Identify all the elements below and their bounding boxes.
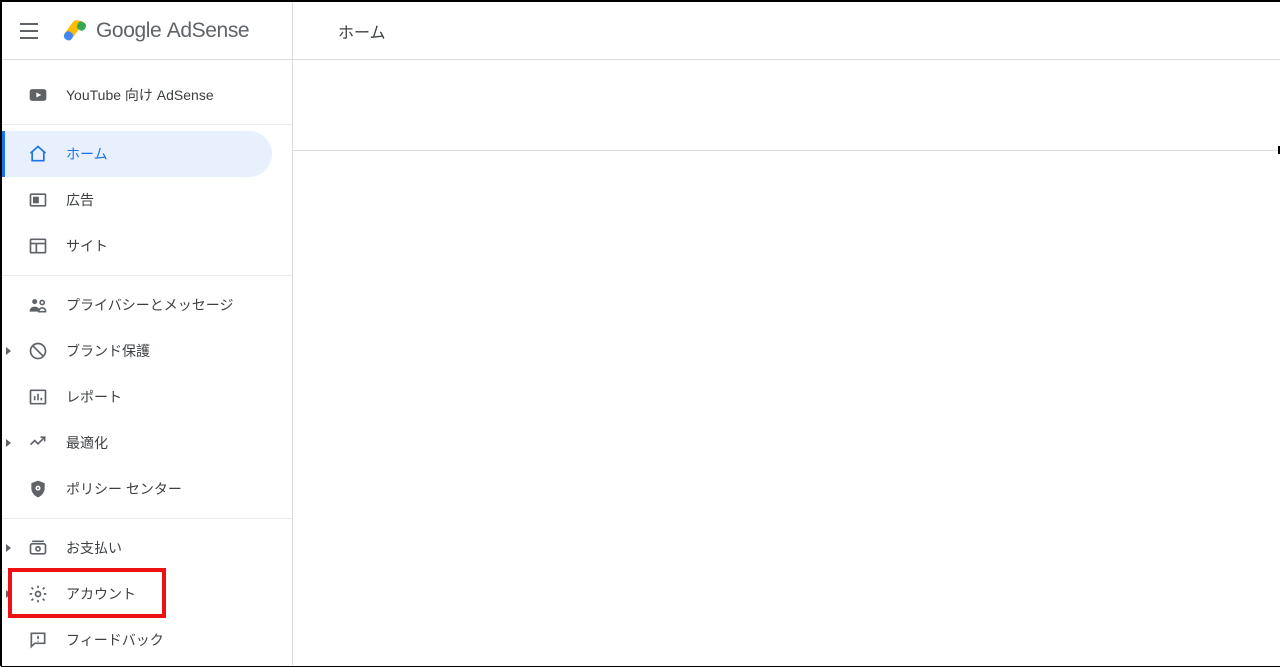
payments-icon <box>26 536 50 560</box>
sidebar-item-label: サイト <box>66 236 108 256</box>
chevron-right-icon <box>6 590 11 598</box>
sidebar-item-label: YouTube 向け AdSense <box>66 85 214 105</box>
app-header: Google AdSense ホーム <box>2 2 1280 60</box>
header-left: Google AdSense <box>2 2 293 59</box>
sidebar-item-label: お支払い <box>66 538 122 558</box>
sidebar-item-youtube[interactable]: YouTube 向け AdSense <box>2 72 272 118</box>
sidebar-item-feedback[interactable]: フィードバック <box>2 617 272 663</box>
sites-icon <box>26 234 50 258</box>
feedback-icon <box>26 628 50 652</box>
gear-icon <box>26 582 50 606</box>
reports-icon <box>26 385 50 409</box>
chevron-right-icon <box>6 439 11 447</box>
sidebar-item-ads[interactable]: 広告 <box>2 177 272 223</box>
sidebar-item-sites[interactable]: サイト <box>2 223 272 269</box>
chevron-right-icon <box>6 544 11 552</box>
sidebar-item-label: フィードバック <box>66 630 164 650</box>
sidebar-nav: YouTube 向け AdSense ホーム広告サイトプライバシーとメッセージブラ… <box>2 60 293 666</box>
sidebar-item-label: プライバシーとメッセージ <box>66 295 233 315</box>
page-title: ホーム <box>293 19 386 43</box>
hamburger-menu-button[interactable] <box>20 19 44 43</box>
youtube-icon <box>26 83 50 107</box>
sidebar-item-label: 広告 <box>66 190 94 210</box>
sidebar-item-payments[interactable]: お支払い <box>2 525 272 571</box>
sidebar-item-home[interactable]: ホーム <box>2 131 272 177</box>
adsense-logo-icon <box>62 18 88 44</box>
sidebar-item-privacy[interactable]: プライバシーとメッセージ <box>2 282 272 328</box>
privacy-icon <box>26 293 50 317</box>
ads-icon <box>26 188 50 212</box>
main-content <box>293 60 1280 666</box>
sidebar-item-reports[interactable]: レポート <box>2 374 272 420</box>
content-divider <box>293 150 1280 151</box>
sidebar-item-brand[interactable]: ブランド保護 <box>2 328 272 374</box>
adsense-logo[interactable]: Google AdSense <box>62 18 249 44</box>
sidebar-item-account[interactable]: アカウント <box>2 571 272 617</box>
chevron-right-icon <box>6 347 11 355</box>
sidebar-item-optimize[interactable]: 最適化 <box>2 420 272 466</box>
adsense-logo-text: Google AdSense <box>96 19 249 43</box>
sidebar-item-label: レポート <box>66 387 122 407</box>
home-icon <box>26 142 50 166</box>
sidebar-item-label: ポリシー センター <box>66 479 182 499</box>
sidebar-item-label: ホーム <box>66 144 108 164</box>
sidebar-item-label: アカウント <box>66 584 136 604</box>
shield-icon <box>26 477 50 501</box>
trend-icon <box>26 431 50 455</box>
block-icon <box>26 339 50 363</box>
sidebar-item-label: 最適化 <box>66 433 108 453</box>
sidebar-item-label: ブランド保護 <box>66 341 150 361</box>
sidebar-item-policy[interactable]: ポリシー センター <box>2 466 272 512</box>
